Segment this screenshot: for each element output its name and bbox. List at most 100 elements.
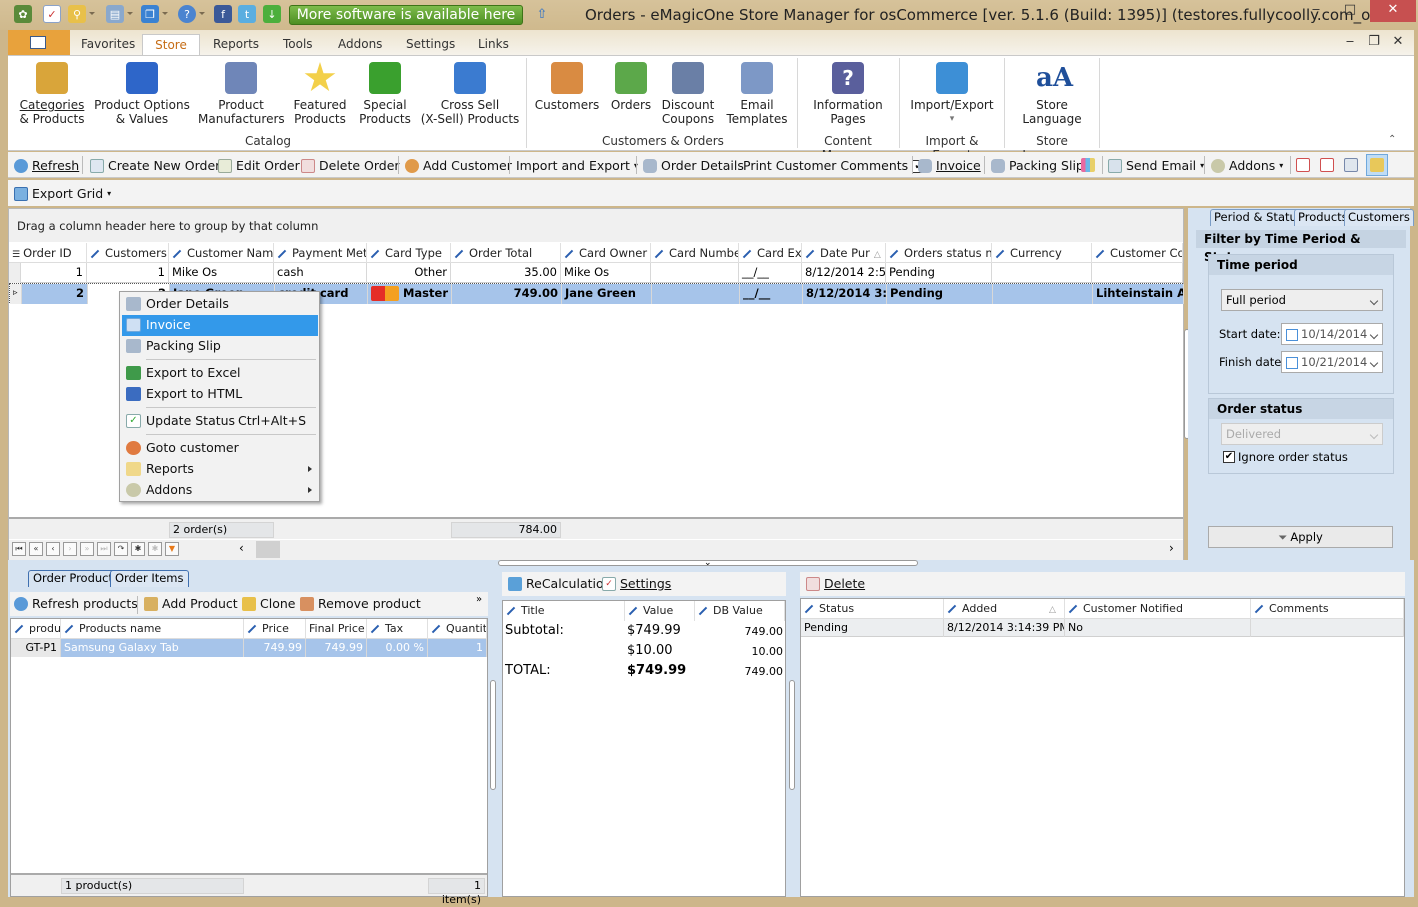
prev-page-button[interactable]: « xyxy=(29,542,43,556)
toolbar-overflow-icon[interactable]: » xyxy=(476,588,482,612)
apply-button[interactable]: ⏷ Apply xyxy=(1208,526,1393,548)
scroll-left-arrow[interactable]: ‹ xyxy=(239,541,244,555)
connect-icon[interactable]: ⚲ xyxy=(68,5,86,23)
minimize-button[interactable]: ‒ xyxy=(1300,0,1332,22)
delete-history-button[interactable]: Delete xyxy=(806,574,865,594)
tab-order-items[interactable]: Order Items xyxy=(110,570,189,587)
remove-product-button[interactable]: Remove product xyxy=(300,594,421,614)
first-record-button[interactable]: ⏮ xyxy=(12,542,26,556)
help-icon[interactable]: ? xyxy=(178,5,196,23)
column-header-card-exp[interactable]: Card Exp xyxy=(739,243,802,263)
column-header-payment-method[interactable]: Payment Meth xyxy=(274,243,367,263)
chevron-down-icon[interactable] xyxy=(127,12,133,15)
twitter-icon[interactable]: t xyxy=(238,5,256,23)
windows-icon[interactable]: ❐ xyxy=(141,5,159,23)
group-by-area[interactable]: Drag a column header here to group by th… xyxy=(9,209,1183,242)
column-header-quantity[interactable]: Quantit xyxy=(428,619,487,639)
scroll-right-arrow[interactable]: › xyxy=(1169,541,1174,555)
column-header-customer-company[interactable]: Customer Comp xyxy=(1092,243,1183,263)
color-grid-icon[interactable] xyxy=(1081,158,1095,172)
status-select[interactable]: Delivered xyxy=(1221,423,1383,445)
facebook-icon[interactable]: f xyxy=(214,5,232,23)
table-row[interactable]: Pending 8/12/2014 3:14:39 PM No xyxy=(801,619,1404,637)
clear-button[interactable]: ✱ xyxy=(148,542,162,556)
append-record-button[interactable]: ✱ xyxy=(131,542,145,556)
column-width-icon[interactable] xyxy=(1296,158,1310,172)
column-header-status[interactable]: Orders status nar xyxy=(886,243,992,263)
column-header-title[interactable]: Title xyxy=(503,601,625,621)
menu-item-order-details[interactable]: Order Details xyxy=(122,294,318,315)
settings-button[interactable]: ✓ Settings xyxy=(602,574,671,594)
store-language-button[interactable]: aA Store Language xyxy=(1010,62,1094,126)
chevron-down-icon[interactable] xyxy=(162,12,168,15)
collapse-ribbon-icon[interactable]: ⌃ xyxy=(1388,134,1396,145)
featured-products-button[interactable]: Featured Products xyxy=(288,62,352,126)
menu-item-update-status[interactable]: ✓ Update Status Ctrl+Alt+S xyxy=(122,411,318,432)
discount-coupons-button[interactable]: Discount Coupons xyxy=(660,62,716,126)
next-record-button[interactable]: › xyxy=(63,542,77,556)
send-email-dropdown[interactable]: Send Email ▾ xyxy=(1108,156,1204,176)
print-comments-toggle[interactable]: Print Customer Comments✔ xyxy=(743,156,926,176)
application-menu-button[interactable] xyxy=(8,30,70,56)
refresh-products-button[interactable]: Refresh products xyxy=(14,594,138,614)
start-date-picker[interactable]: 10/14/2014 xyxy=(1281,323,1383,345)
clone-button[interactable]: Clone xyxy=(242,594,295,614)
column-header-final-price[interactable]: Final Price xyxy=(306,619,367,639)
tab-period-status[interactable]: Period & Status xyxy=(1210,209,1307,226)
column-header-price[interactable]: Price xyxy=(244,619,306,639)
close-button[interactable]: ✕ xyxy=(1370,0,1416,22)
mdi-minimize-button[interactable]: ‒ xyxy=(1338,32,1362,54)
add-product-button[interactable]: Add Product xyxy=(144,594,238,614)
menu-item-invoice[interactable]: Invoice xyxy=(122,315,318,336)
table-row[interactable]: 1 1 Mike Os cash Other 35.00 Mike Os __/… xyxy=(9,263,1183,283)
collapse-chevron-icon[interactable]: ⌄ xyxy=(704,558,712,568)
tab-favorites[interactable]: Favorites xyxy=(71,34,145,56)
tab-tools[interactable]: Tools xyxy=(273,34,323,56)
add-customer-button[interactable]: Add Customer xyxy=(405,156,512,176)
column-header-added[interactable]: Added △ xyxy=(944,599,1065,619)
menu-item-packing-slip[interactable]: Packing Slip xyxy=(122,336,318,357)
column-header-order-id[interactable]: ☰ Order ID xyxy=(9,243,87,263)
prev-record-button[interactable]: ‹ xyxy=(46,542,60,556)
database-icon[interactable]: ▤ xyxy=(106,5,124,23)
tasks-icon[interactable]: ✓ xyxy=(43,5,61,23)
update-icon[interactable]: ⇧ xyxy=(533,5,551,23)
column-header-customer-notified[interactable]: Customer Notified xyxy=(1065,599,1251,619)
tab-reports[interactable]: Reports xyxy=(203,34,269,56)
column-header-card-owner[interactable]: Card Owner xyxy=(561,243,651,263)
product-options-button[interactable]: Product Options & Values xyxy=(94,62,190,126)
customers-button[interactable]: Customers xyxy=(534,62,600,112)
last-record-button[interactable]: ⏭ xyxy=(97,542,111,556)
column-header-order-total[interactable]: Order Total xyxy=(451,243,561,263)
maximize-button[interactable]: □ xyxy=(1334,0,1366,22)
ignore-status-toggle[interactable]: ✔ Ignore order status xyxy=(1223,450,1348,464)
ignore-status-checkbox[interactable]: ✔ xyxy=(1223,451,1235,463)
import-export-dropdown[interactable]: Import and Export▾ xyxy=(516,156,638,176)
menu-item-addons[interactable]: Addons xyxy=(122,480,318,501)
column-header-card-number[interactable]: Card Number xyxy=(651,243,739,263)
menu-item-export-html[interactable]: Export to HTML xyxy=(122,384,318,405)
tab-addons[interactable]: Addons xyxy=(328,34,392,56)
column-header-value[interactable]: Value xyxy=(625,601,695,621)
period-select[interactable]: Full period xyxy=(1221,289,1383,311)
email-templates-button[interactable]: Email Templates xyxy=(722,62,792,126)
chevron-down-icon[interactable] xyxy=(199,12,205,15)
tab-customers[interactable]: Customers xyxy=(1344,209,1414,226)
filter-icon[interactable]: ▼ xyxy=(165,542,179,556)
finish-date-picker[interactable]: 10/21/2014 xyxy=(1281,351,1383,373)
horizontal-scrollbar-thumb[interactable] xyxy=(256,541,280,558)
finish-date-checkbox[interactable] xyxy=(1286,356,1298,369)
chevron-down-icon[interactable] xyxy=(89,12,95,15)
refresh-button[interactable]: Refresh xyxy=(14,156,79,176)
more-software-button[interactable]: More software is available here xyxy=(289,5,523,25)
categories-products-button[interactable]: Categories & Products xyxy=(14,62,90,126)
column-header-product-name[interactable]: Products name xyxy=(61,619,244,639)
column-header-customer-name[interactable]: Customer Name xyxy=(169,243,274,263)
table-row[interactable]: GT-P1 Samsung Galaxy Tab 749.99 749.99 0… xyxy=(11,639,487,657)
mdi-restore-button[interactable]: ❐ xyxy=(1362,32,1386,54)
download-icon[interactable]: ↓ xyxy=(263,5,281,23)
filter-list-icon[interactable] xyxy=(1344,158,1358,172)
create-order-button[interactable]: Create New Order xyxy=(90,156,220,176)
menu-item-goto-customer[interactable]: Goto customer xyxy=(122,438,318,459)
tab-settings[interactable]: Settings xyxy=(396,34,465,56)
